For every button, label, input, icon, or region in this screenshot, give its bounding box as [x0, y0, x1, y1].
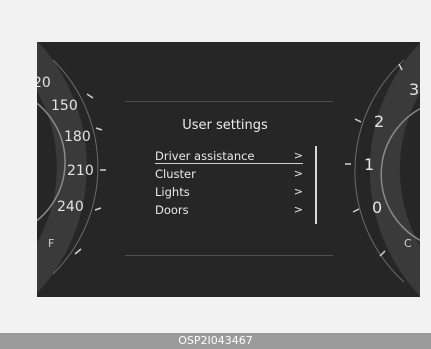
- speed-tick-label: 180: [64, 129, 91, 145]
- menu-item-lights[interactable]: Lights >: [155, 184, 303, 200]
- speed-tick-label: 240: [57, 199, 84, 215]
- fuel-full-label: F: [48, 237, 55, 250]
- menu-item-label: Doors: [155, 203, 189, 217]
- figure-code: OSP2I043467: [178, 334, 253, 347]
- menu-item-label: Lights: [155, 185, 190, 199]
- chevron-right-icon: >: [293, 185, 303, 198]
- rpm-tick-label: 0: [372, 198, 383, 217]
- rpm-tick-label: 3: [409, 80, 420, 99]
- speed-tick-label: 150: [51, 98, 78, 114]
- menu-item-label: Driver assistance: [155, 149, 255, 163]
- temp-cold-label: C: [404, 237, 412, 250]
- chevron-right-icon: >: [293, 167, 303, 180]
- menu-scrollbar[interactable]: [315, 146, 317, 224]
- menu-top-divider: [125, 101, 333, 102]
- menu-item-cluster[interactable]: Cluster >: [155, 166, 303, 182]
- speed-tick-label: 210: [67, 163, 94, 179]
- menu-title: User settings: [182, 118, 268, 133]
- cluster-display: 20 150 180 210 240 F 3 2 1 0 C User sett…: [37, 42, 420, 297]
- menu-item-doors[interactable]: Doors >: [155, 202, 303, 218]
- menu-item-label: Cluster: [155, 167, 196, 181]
- chevron-right-icon: >: [293, 149, 303, 162]
- rpm-tick-label: 1: [364, 155, 375, 174]
- menu-item-driver-assistance[interactable]: Driver assistance >: [155, 148, 303, 164]
- rpm-tick-label: 2: [374, 112, 385, 131]
- menu-bottom-divider: [125, 255, 333, 256]
- chevron-right-icon: >: [293, 203, 303, 216]
- speed-tick-label: 20: [37, 75, 51, 91]
- figure-caption-bar: OSP2I043467: [0, 333, 431, 349]
